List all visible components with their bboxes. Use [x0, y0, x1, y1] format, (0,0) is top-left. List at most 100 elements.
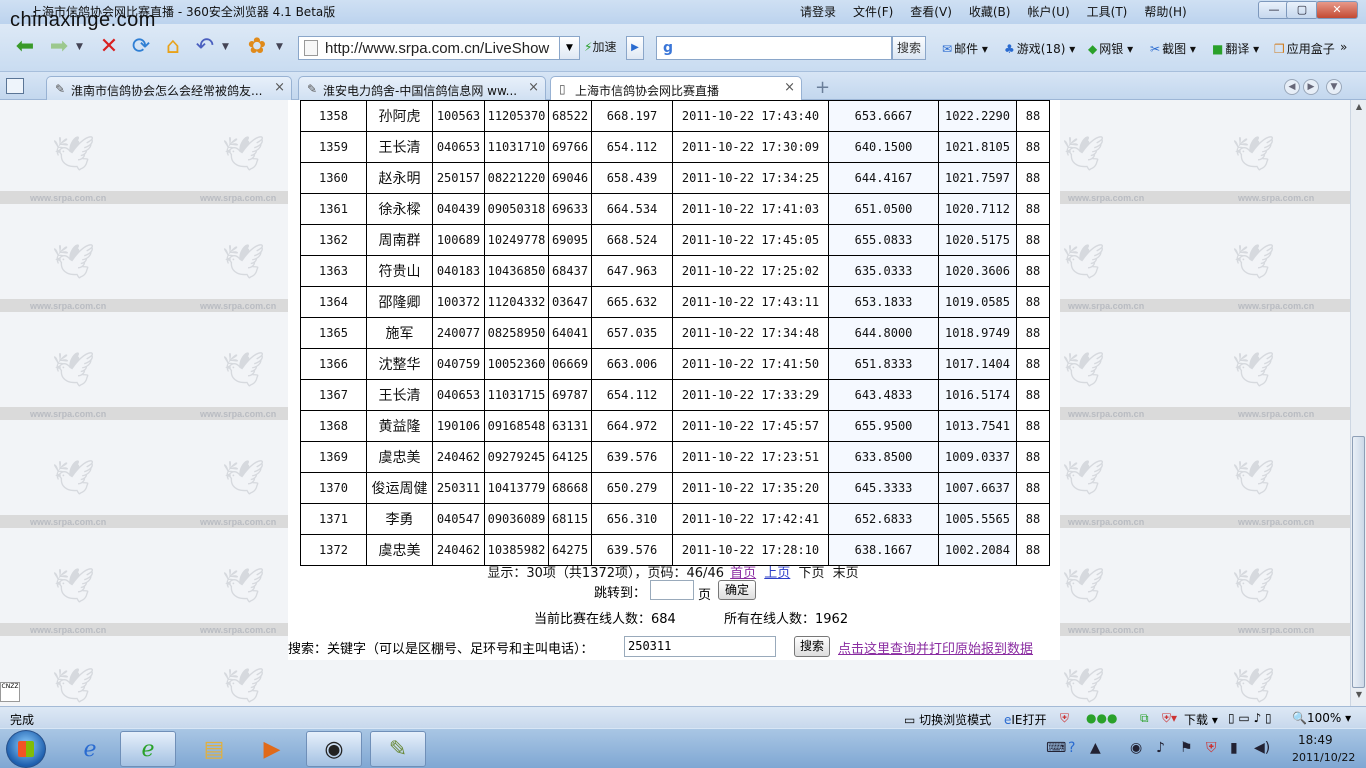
tab-menu-icon[interactable]: ▼: [1326, 79, 1342, 95]
table-cell: 1359: [300, 131, 367, 163]
ie-taskbar-icon[interactable]: ℯ: [62, 731, 118, 767]
ie-open-button[interactable]: eIE打开: [1004, 711, 1047, 728]
menu-view[interactable]: 查看(V): [910, 3, 952, 20]
qq-taskbar-icon[interactable]: ◉: [306, 731, 362, 767]
ad-filter-icon[interactable]: ⧉: [1140, 711, 1149, 726]
address-bar[interactable]: http://www.srpa.com.cn/LiveShow ▼: [298, 36, 580, 60]
table-cell: 2011-10-22 17:33:29: [672, 379, 829, 411]
clock-date[interactable]: 2011/10/22: [1292, 751, 1355, 764]
menu-login[interactable]: 请登录: [800, 3, 836, 20]
back-icon[interactable]: ⬅: [12, 34, 38, 60]
address-input[interactable]: http://www.srpa.com.cn/LiveShow: [325, 40, 559, 57]
shield-icon[interactable]: ⛨: [1060, 711, 1069, 726]
more-tools-icon[interactable]: »: [1340, 40, 1347, 54]
jump-page-input[interactable]: [650, 580, 694, 600]
keyword-search-input[interactable]: 250311: [624, 636, 776, 657]
dove-watermark-icon: 🕊: [52, 134, 96, 174]
close-tab-icon[interactable]: ×: [528, 80, 539, 95]
360-browser-taskbar-icon[interactable]: ℯ: [120, 731, 176, 767]
tab-scroll-left-icon[interactable]: ◀: [1284, 79, 1300, 95]
folder-taskbar-icon[interactable]: ▤: [186, 731, 242, 767]
undo-dropdown-icon[interactable]: ▼: [222, 42, 229, 52]
menu-favorites[interactable]: 收藏(B): [969, 3, 1011, 20]
speedup-button[interactable]: ⚡加速: [584, 38, 616, 55]
table-cell: 1363: [300, 255, 367, 287]
games-button[interactable]: ♣ 游戏(18) ▾: [1004, 40, 1075, 57]
menu-tools[interactable]: 工具(T): [1087, 3, 1128, 20]
table-cell: 040653: [432, 379, 485, 411]
help-icon[interactable]: ?: [1068, 740, 1075, 756]
history-dropdown-icon[interactable]: ▼: [76, 42, 83, 52]
bank-button[interactable]: ◆ 网银 ▾: [1088, 40, 1133, 57]
first-page-link[interactable]: 首页: [730, 566, 756, 581]
table-cell: 651.8333: [828, 348, 939, 380]
stop-icon[interactable]: ✕: [96, 34, 122, 60]
close-tab-icon[interactable]: ×: [784, 80, 795, 95]
zoom-control[interactable]: 🔍100% ▾: [1292, 711, 1351, 725]
print-raw-data-link[interactable]: 点击这里查询并打印原始报到数据: [838, 638, 1033, 657]
tab-list-icon[interactable]: [6, 78, 24, 94]
table-cell: 1016.5174: [938, 379, 1017, 411]
keyboard-icon[interactable]: ⌨: [1046, 740, 1066, 756]
page-icon: [304, 40, 318, 56]
page-tools-icon[interactable]: ▯ ▭ ♪ ▯: [1228, 711, 1272, 725]
undo-close-icon[interactable]: ↶: [192, 34, 218, 60]
start-button[interactable]: [6, 730, 46, 768]
mail-button[interactable]: ✉ 邮件 ▾: [942, 40, 988, 57]
show-hidden-icon[interactable]: ▲: [1090, 740, 1101, 756]
app-box-button[interactable]: ❒ 应用盒子: [1274, 40, 1335, 57]
tab-huaian[interactable]: ✎ 淮安电力鸽舍-中国信鸽信息网 ww... ×: [298, 76, 546, 100]
scroll-up-icon[interactable]: ▲: [1353, 102, 1365, 116]
paw-icon[interactable]: ✿: [244, 34, 270, 60]
search-button[interactable]: 搜索: [892, 36, 926, 60]
qq-tray-icon[interactable]: ◉: [1130, 740, 1142, 756]
speaker-icon[interactable]: ◀): [1254, 740, 1270, 756]
cnzz-counter-icon[interactable]: CNZZ: [0, 682, 20, 702]
table-cell: 2011-10-22 17:35:20: [672, 472, 829, 504]
media-player-taskbar-icon[interactable]: ▶: [244, 731, 300, 767]
accelerator-toggle-icon[interactable]: ●●●: [1086, 711, 1117, 725]
table-cell: 1002.2084: [938, 534, 1017, 566]
paint-taskbar-icon[interactable]: ✎: [370, 731, 426, 767]
new-tab-icon[interactable]: +: [815, 77, 830, 98]
security-icon[interactable]: ⛨▾: [1162, 711, 1177, 726]
tab-srpa-live[interactable]: ▯ 上海市信鸽协会网比赛直播 ×: [550, 76, 802, 101]
close-tab-icon[interactable]: ×: [274, 80, 285, 95]
network-icon[interactable]: ▮: [1230, 740, 1238, 756]
scroll-down-icon[interactable]: ▼: [1353, 690, 1365, 704]
address-dropdown-icon[interactable]: ▼: [559, 37, 579, 59]
home-icon[interactable]: ⌂: [160, 34, 186, 60]
clock-time[interactable]: 18:49: [1298, 733, 1333, 747]
volume-icon[interactable]: ♪: [1156, 740, 1165, 756]
tab-huainan[interactable]: ✎ 淮南市信鸽协会怎么会经常被鸽友... ×: [46, 76, 292, 100]
close-button[interactable]: ✕: [1316, 1, 1358, 19]
scroll-thumb[interactable]: [1352, 436, 1365, 688]
translate-button[interactable]: ■ 翻译 ▾: [1212, 40, 1259, 57]
search-input[interactable]: g: [656, 36, 892, 60]
forward-icon[interactable]: ➡: [46, 34, 72, 60]
tab-scroll-right-icon[interactable]: ▶: [1303, 79, 1319, 95]
prev-page-link[interactable]: 上页: [764, 566, 790, 581]
go-icon[interactable]: ▶: [626, 36, 644, 60]
menu-account[interactable]: 帐户(U): [1027, 3, 1069, 20]
action-center-flag-icon[interactable]: ⚑: [1180, 740, 1193, 756]
antivirus-icon[interactable]: ⛨: [1206, 740, 1217, 756]
switch-mode-button[interactable]: ▭ 切换浏览模式: [904, 711, 991, 728]
table-row: 1363 符贵山 040183 10436850 68437 647.963 2011-10…: [300, 255, 1050, 287]
tab-label: 淮南市信鸽协会怎么会经常被鸽友...: [71, 84, 263, 98]
table-cell: 654.112: [591, 379, 673, 411]
refresh-icon[interactable]: ⟳: [128, 34, 154, 60]
table-cell: 符贵山: [366, 255, 433, 287]
maximize-button[interactable]: ▢: [1286, 1, 1318, 19]
paw-dropdown-icon[interactable]: ▼: [276, 42, 283, 52]
jump-confirm-button[interactable]: 确定: [718, 580, 756, 600]
table-cell: 09168548: [484, 410, 549, 442]
vertical-scrollbar[interactable]: ▲ ▼: [1350, 100, 1366, 706]
screenshot-button[interactable]: ✂ 截图 ▾: [1150, 40, 1196, 57]
menu-help[interactable]: 帮助(H): [1144, 3, 1186, 20]
menu-file[interactable]: 文件(F): [853, 3, 893, 20]
table-row: 1370 俊运周健 250311 10413779 68668 650.279 2011-1…: [300, 472, 1050, 504]
keyword-search-button[interactable]: 搜索: [794, 636, 830, 657]
status-text: 完成: [10, 713, 35, 727]
download-button[interactable]: 下载 ▾: [1184, 711, 1218, 728]
